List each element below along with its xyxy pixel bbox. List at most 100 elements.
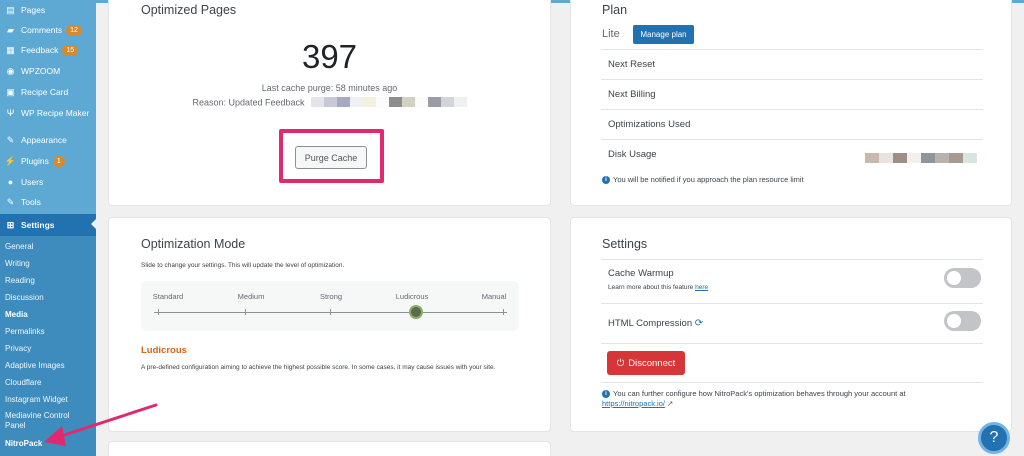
feedback-count-badge: 15 [62,44,79,56]
help-button[interactable]: ? [978,422,1010,454]
admin-sidebar: ▤ Pages ▰ Comments 12 ▦ Feedback 15 ◉ WPZOOM ▣… [0,0,96,456]
submenu-adaptive-images[interactable]: Adaptive Images [5,361,93,371]
cache-warmup-toggle[interactable] [944,268,981,288]
sidebar-item-label: Recipe Card [21,87,69,97]
wpzoom-icon: ◉ [6,65,15,76]
redacted-content [310,97,467,109]
slider-handle[interactable] [409,305,423,319]
users-icon: ● [7,177,14,187]
slider-tick [158,309,159,315]
slider-label-medium[interactable]: Medium [238,292,265,301]
optimization-slider-container: Standard Medium Strong Ludicrous Manual [141,281,519,331]
cache-warmup-label: Cache Warmup [608,268,674,279]
submenu-media[interactable]: Media [5,310,93,320]
divider [601,343,983,344]
recipe-maker-icon: Ψ [6,108,15,118]
sidebar-item-label: WPZOOM [21,66,61,76]
submenu-general[interactable]: General [5,242,93,252]
divider [601,303,983,304]
info-icon: i [602,176,610,185]
slider-label-manual[interactable]: Manual [482,292,507,301]
plan-limit-note-text: You will be notified if you approach the… [613,175,804,184]
cache-warmup-help-link[interactable]: here [695,284,708,291]
html-compression-toggle[interactable] [944,311,981,331]
submenu-writing[interactable]: Writing [5,259,93,269]
feedback-icon: ▦ [6,44,15,55]
submenu-permalinks[interactable]: Permalinks [5,327,93,337]
disk-usage-redacted [865,150,977,163]
info-icon: i [602,390,610,399]
sidebar-item-feedback[interactable]: ▦ Feedback 15 [0,40,96,60]
sidebar-item-label: Settings [21,220,55,230]
slider-label-ludicrous[interactable]: Ludicrous [396,292,429,301]
submenu-mediavine-control-panel[interactable]: Mediavine Control Panel [5,411,83,431]
submenu-privacy[interactable]: Privacy [5,344,93,354]
settings-footer-note: i You can further configure how NitroPack… [602,389,972,409]
plan-row-label: Next Billing [608,89,656,100]
sidebar-item-wp-recipe-maker[interactable]: Ψ WP Recipe Maker [0,103,96,123]
settings-icon: ⊞ [6,219,15,230]
cache-warmup-help-text: Learn more about this feature [608,284,696,291]
plan-row-label: Disk Usage [608,149,657,160]
nitropack-link[interactable]: https://nitropack.io/ [602,399,665,408]
settings-footer-note-text: You can further configure how NitroPack'… [613,389,906,398]
tools-icon: ✎ [6,196,15,207]
slider-tick [503,309,504,315]
sidebar-item-tools[interactable]: ✎ Tools [0,192,96,212]
disconnect-button-label: Disconnect [628,357,676,369]
purge-reason: Reason: Updated Feedback [109,97,550,109]
plan-row-label: Optimizations Used [608,119,691,130]
plugins-icon: ⚡ [4,155,17,166]
appearance-icon: ✎ [6,134,15,145]
optimized-pages-title: Optimized Pages [141,3,237,17]
plan-row-optimizations-used: Optimizations Used [601,109,983,139]
sidebar-item-label: Pages [21,5,46,15]
settings-title: Settings [602,237,648,251]
comments-icon: ▰ [7,24,14,35]
plan-row-label: Next Reset [608,59,655,70]
sidebar-item-label: Comments [21,25,63,35]
comments-count-badge: 12 [66,24,82,36]
sidebar-item-wpzoom[interactable]: ◉ WPZOOM [0,61,96,81]
optimization-mode-description: Slide to change your settings. This will… [141,262,345,269]
optimized-pages-count: 397 [301,38,358,75]
pages-icon: ▤ [6,4,15,15]
selected-mode-name: Ludicrous [141,345,187,356]
disconnect-button[interactable]: ⏻ Disconnect [607,351,685,375]
plan-row-next-reset: Next Reset [601,49,983,79]
sidebar-item-recipe-card[interactable]: ▣ Recipe Card [0,82,96,102]
sidebar-item-label: Plugins [21,156,49,166]
plan-limit-note: i You will be notified if you approach th… [602,175,804,185]
plan-title: Plan [602,3,628,17]
slider-tick [330,309,331,315]
sidebar-item-appearance[interactable]: ✎ Appearance [0,130,96,150]
slider-label-strong[interactable]: Strong [320,292,342,301]
settings-submenu: General Writing Reading Discussion Media… [0,236,96,456]
settings-card: Settings Cache Warmup Learn more about t… [570,217,1012,432]
sidebar-item-plugins[interactable]: ⚡ Plugins 1 [0,151,96,171]
sidebar-item-label: Appearance [21,135,67,145]
submenu-instagram-widget[interactable]: Instagram Widget [5,395,93,405]
slider-label-standard[interactable]: Standard [153,292,183,301]
last-cache-purge: Last cache purge: 58 minutes ago [261,83,398,93]
purge-reason-text: Reason: Updated Feedback [192,97,305,108]
purge-cache-button[interactable]: Purge Cache [295,146,367,169]
slider-tick [245,309,246,315]
cache-warmup-help: Learn more about this feature here [608,284,708,291]
manage-plan-button[interactable]: Manage plan [633,25,694,44]
submenu-nitropack[interactable]: NitroPack [5,439,93,449]
submenu-cloudflare[interactable]: Cloudflare [5,378,93,388]
plan-card: Plan Lite Manage plan Next Reset Next Bi… [570,0,1012,206]
optimization-mode-title: Optimization Mode [141,237,246,251]
submenu-reading[interactable]: Reading [5,276,93,286]
sidebar-item-users[interactable]: ● Users [0,172,96,192]
sidebar-item-label: WP Recipe Maker [21,108,90,118]
sidebar-item-comments[interactable]: ▰ Comments 12 [0,20,96,40]
submenu-discussion[interactable]: Discussion [5,293,93,303]
bottom-card [108,441,551,456]
sidebar-item-label: Users [21,177,44,187]
selected-mode-description: A pre-defined configuration aiming to ac… [141,364,496,371]
sidebar-item-settings[interactable]: ⊞ Settings [0,214,96,236]
plan-tier: Lite [602,28,620,40]
sidebar-item-pages[interactable]: ▤ Pages [0,0,96,20]
